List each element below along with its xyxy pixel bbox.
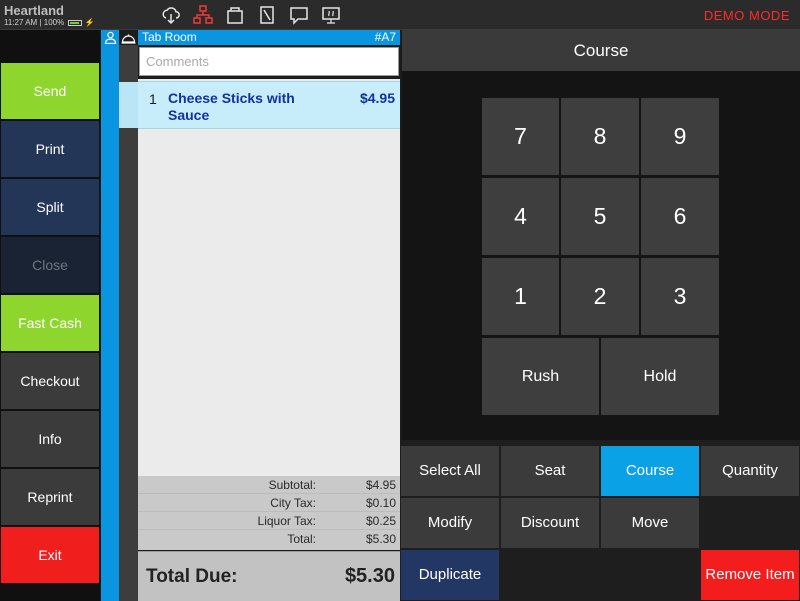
- device-status: 11:27 AM | 100% ⚡: [4, 18, 95, 27]
- key-8[interactable]: 8: [561, 98, 639, 175]
- totals-panel: Subtotal: $4.95 City Tax: $0.10 Liquor T…: [138, 476, 400, 550]
- bag-icon[interactable]: [224, 4, 246, 26]
- card-reader-icon[interactable]: [256, 4, 278, 26]
- ticket-number: #A7: [374, 30, 396, 44]
- close-button[interactable]: Close: [1, 237, 99, 293]
- comments-input[interactable]: [139, 47, 399, 76]
- key-1[interactable]: 1: [482, 258, 559, 335]
- hold-button[interactable]: Hold: [601, 338, 719, 415]
- subtotal-value: $4.95: [365, 478, 396, 492]
- demo-mode-label: DEMO MODE: [703, 8, 790, 23]
- city-tax-value: $0.10: [365, 496, 396, 510]
- ticket-header: Tab Room #A7: [138, 30, 400, 45]
- battery-icon: [68, 19, 83, 26]
- clock: 11:27 AM: [4, 18, 38, 27]
- key-9[interactable]: 9: [641, 98, 719, 175]
- ticket-item-row[interactable]: 1 Cheese Sticks with Sauce $4.95: [138, 81, 400, 129]
- subtotal-label: Subtotal:: [268, 478, 316, 492]
- remove-item-button[interactable]: Remove Item: [701, 550, 799, 600]
- liquor-tax-label: Liquor Tax:: [257, 514, 316, 528]
- total-label: Total:: [287, 532, 316, 546]
- guest-icon[interactable]: [104, 31, 117, 44]
- panel-title: Course: [402, 30, 800, 71]
- modify-button[interactable]: Modify: [401, 498, 499, 548]
- subtotal-line: Subtotal: $4.95: [138, 476, 400, 494]
- key-5[interactable]: 5: [561, 178, 639, 255]
- move-button[interactable]: Move: [601, 498, 699, 548]
- charging-icon: ⚡: [84, 18, 95, 27]
- service-bell-icon[interactable]: [121, 32, 136, 44]
- city-tax-line: City Tax: $0.10: [138, 494, 400, 512]
- send-button[interactable]: Send: [1, 63, 99, 119]
- liquor-tax-line: Liquor Tax: $0.25: [138, 512, 400, 530]
- total-due-label: Total Due:: [146, 566, 238, 587]
- exit-button[interactable]: Exit: [1, 527, 99, 583]
- total-due-value: $5.30: [344, 565, 395, 587]
- key-3[interactable]: 3: [641, 258, 719, 335]
- ticket-side-strip: [101, 30, 119, 601]
- item-name: Cheese Sticks with Sauce: [168, 90, 295, 123]
- top-toolbar: [160, 4, 342, 26]
- key-7[interactable]: 7: [482, 98, 559, 175]
- battery-percent: 100%: [43, 18, 65, 27]
- course-button[interactable]: Course: [601, 446, 699, 496]
- item-price: $4.95: [359, 90, 395, 106]
- course-keypad-panel: Course 7 8 9 4 5 6 1 2 3 Rush Hold: [402, 30, 800, 440]
- network-icon[interactable]: [192, 4, 214, 26]
- top-bar: Heartland 11:27 AM | 100% ⚡ DEMO MODE: [0, 0, 800, 30]
- select-all-button[interactable]: Select All: [401, 446, 499, 496]
- action-column: Send Print Split Close Fast Cash Checkou…: [0, 30, 100, 601]
- ticket-room: Tab Room: [142, 30, 197, 44]
- info-button[interactable]: Info: [1, 411, 99, 467]
- seat-highlight: [119, 82, 138, 128]
- fast-cash-button[interactable]: Fast Cash: [1, 295, 99, 351]
- quantity-button[interactable]: Quantity: [701, 446, 799, 496]
- checkout-button[interactable]: Checkout: [1, 353, 99, 409]
- discount-button[interactable]: Discount: [501, 498, 599, 548]
- print-button[interactable]: Print: [1, 121, 99, 177]
- key-4[interactable]: 4: [482, 178, 559, 255]
- total-due-bar: Total Due: $5.30: [138, 551, 400, 601]
- key-6[interactable]: 6: [641, 178, 719, 255]
- seat-button[interactable]: Seat: [501, 446, 599, 496]
- liquor-tax-value: $0.25: [365, 514, 396, 528]
- cloud-sync-icon[interactable]: [160, 4, 182, 26]
- seat-strip: [119, 45, 138, 601]
- total-value: $5.30: [365, 532, 396, 546]
- city-tax-label: City Tax:: [270, 496, 316, 510]
- ticket-items-list: 1 Cheese Sticks with Sauce $4.95: [138, 79, 400, 476]
- rush-button[interactable]: Rush: [482, 338, 599, 415]
- split-button[interactable]: Split: [1, 179, 99, 235]
- reprint-button[interactable]: Reprint: [1, 469, 99, 525]
- total-line: Total: $5.30: [138, 530, 400, 548]
- item-actions-grid: Select All Seat Course Quantity Modify D…: [400, 440, 800, 601]
- kitchen-display-icon[interactable]: [320, 4, 342, 26]
- message-icon[interactable]: [288, 4, 310, 26]
- pos-screen: Heartland 11:27 AM | 100% ⚡ DEMO MODE Se…: [0, 0, 800, 601]
- item-quantity: 1: [149, 91, 157, 107]
- duplicate-button[interactable]: Duplicate: [401, 550, 499, 600]
- brand-logo: Heartland: [4, 3, 64, 18]
- key-2[interactable]: 2: [561, 258, 639, 335]
